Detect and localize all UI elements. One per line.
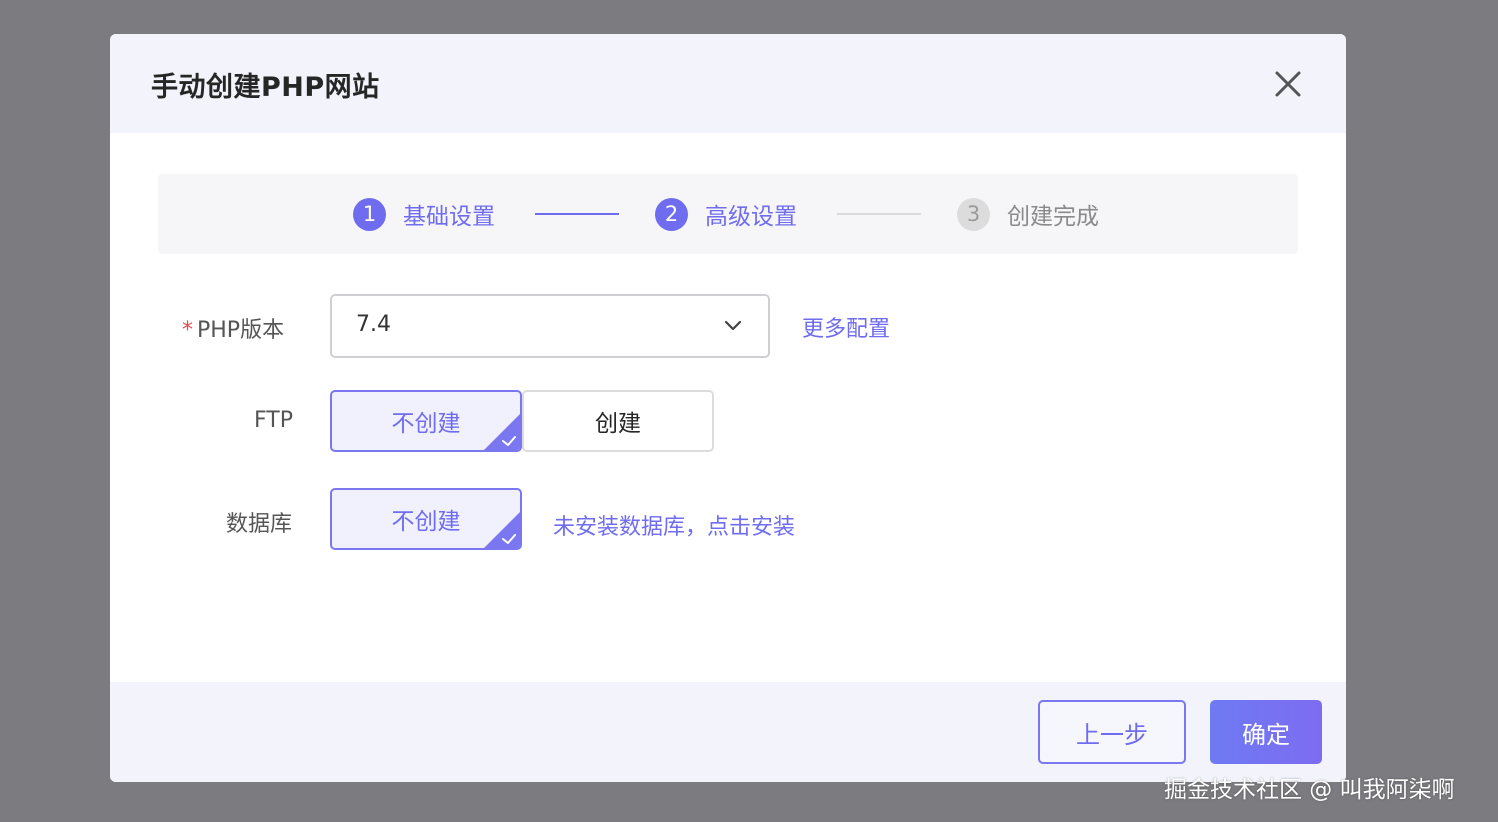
confirm-button[interactable]: 确定	[1210, 700, 1322, 764]
step-label: 高级设置	[705, 204, 797, 230]
more-config-link[interactable]: 更多配置	[802, 311, 890, 343]
previous-step-button[interactable]: 上一步	[1038, 700, 1186, 764]
chevron-down-icon	[724, 320, 742, 331]
step-label: 创建完成	[1007, 204, 1099, 230]
ftp-label: FTP	[254, 408, 293, 433]
dialog-footer: 上一步 确定	[110, 682, 1346, 782]
dialog-header: 手动创建PHP网站	[110, 34, 1346, 133]
close-button[interactable]	[1270, 66, 1306, 102]
step-connector	[837, 213, 921, 215]
option-label: 不创建	[391, 411, 461, 437]
database-option-no-create[interactable]: 不创建	[330, 488, 522, 550]
ftp-option-no-create[interactable]: 不创建	[330, 390, 522, 452]
close-icon	[1275, 71, 1301, 97]
install-database-link[interactable]: 未安装数据库，点击安装	[553, 509, 795, 541]
step-number: 2	[655, 197, 688, 231]
watermark: 掘金技术社区 @ 叫我阿柒啊	[1164, 777, 1455, 803]
step-connector	[535, 213, 619, 215]
step-create-complete: 3 创建完成	[957, 197, 1099, 231]
step-number: 3	[957, 197, 990, 231]
option-label: 创建	[595, 411, 641, 437]
php-version-select[interactable]: 7.4	[330, 294, 770, 358]
create-php-site-dialog: 手动创建PHP网站 1 基础设置 2 高级设置 3 创建完成 * PHP版本 7.…	[110, 34, 1346, 782]
step-number: 1	[353, 197, 386, 231]
check-icon	[484, 414, 520, 450]
option-label: 不创建	[391, 509, 461, 535]
step-advanced-settings: 2 高级设置	[655, 197, 797, 231]
step-basic-settings: 1 基础设置	[353, 197, 495, 231]
database-label: 数据库	[226, 512, 293, 537]
ftp-option-create[interactable]: 创建	[522, 390, 714, 452]
step-label: 基础设置	[403, 204, 495, 230]
required-mark: *	[182, 318, 193, 343]
php-version-label-text: PHP版本	[197, 318, 285, 343]
php-version-label: * PHP版本	[182, 312, 284, 344]
php-version-value: 7.4	[356, 312, 391, 337]
check-icon	[484, 512, 520, 548]
dialog-title: 手动创建PHP网站	[151, 72, 380, 103]
steps-progress-bar: 1 基础设置 2 高级设置 3 创建完成	[158, 174, 1298, 254]
